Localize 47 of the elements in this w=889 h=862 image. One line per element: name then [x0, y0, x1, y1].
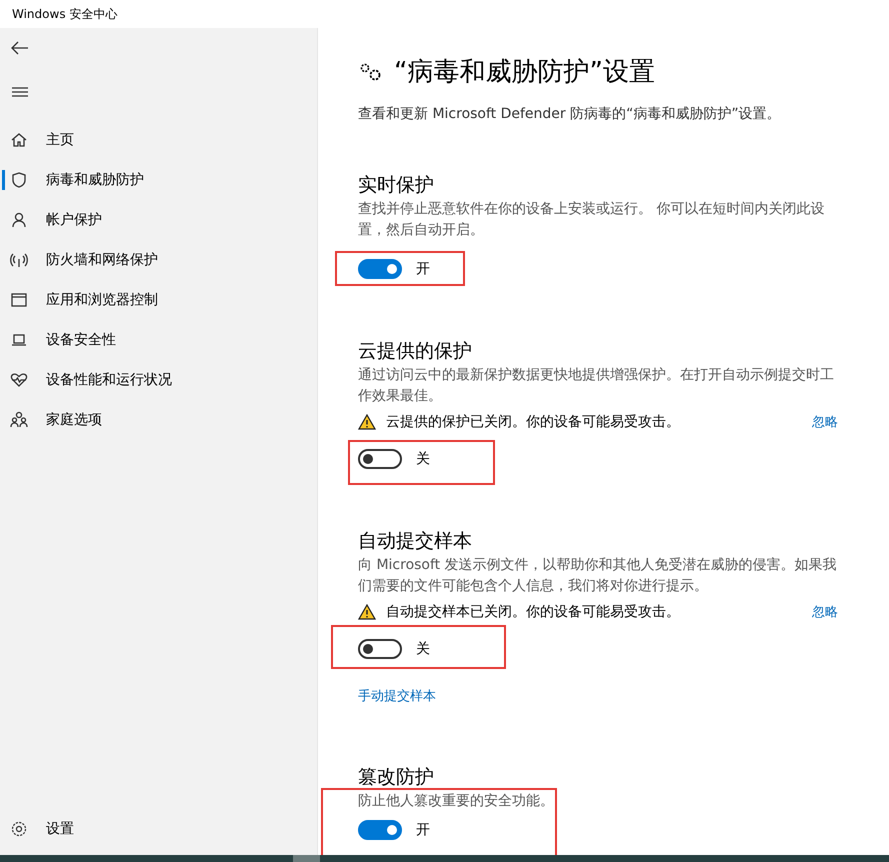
- nav-item[interactable]: 设备性能和运行状况: [0, 360, 317, 400]
- section-description: 查找并停止恶意软件在你的设备上安装或运行。 你可以在短时间内关闭此设置，然后自动开启。: [358, 200, 826, 240]
- nav-item[interactable]: 主页: [0, 120, 317, 160]
- window-icon: [10, 291, 28, 309]
- toggle-label: 关: [416, 640, 430, 658]
- section-heading: 实时保护: [358, 173, 435, 197]
- nav-item[interactable]: 家庭选项: [0, 400, 317, 440]
- nav-item[interactable]: 帐户保护: [0, 200, 317, 240]
- toggle-label: 开: [416, 260, 430, 278]
- dismiss-link[interactable]: 忽略: [812, 603, 838, 621]
- toggle-switch[interactable]: [358, 820, 402, 840]
- toggle-thumb: [387, 825, 397, 835]
- dismiss-link[interactable]: 忽略: [812, 413, 838, 431]
- section-heading: 自动提交样本: [358, 529, 473, 553]
- toggle-switch[interactable]: [358, 449, 402, 469]
- warning-icon: [358, 414, 376, 430]
- section-description: 防止他人篡改重要的安全功能。: [358, 792, 555, 811]
- toggle-label: 关: [416, 450, 430, 468]
- section-heading: 篡改防护: [358, 765, 435, 789]
- heart-pulse-icon: [10, 371, 28, 389]
- toggle-switch[interactable]: [358, 639, 402, 659]
- toggle-switch[interactable]: [358, 259, 402, 279]
- submit-sample-link[interactable]: 手动提交样本: [358, 687, 436, 705]
- warning-text: 自动提交样本已关闭。你的设备可能易受攻击。: [386, 603, 681, 621]
- toggle-label: 开: [416, 821, 430, 839]
- section-heading: 云提供的保护: [358, 339, 473, 363]
- window-title: Windows 安全中心: [12, 6, 118, 22]
- antenna-icon: [10, 251, 28, 269]
- toggle-thumb: [363, 644, 373, 654]
- nav-item[interactable]: 设备安全性: [0, 320, 317, 360]
- page-subtitle: 查看和更新 Microsoft Defender 防病毒的“病毒和威胁防护”设置。: [358, 105, 782, 123]
- home-icon: [10, 131, 28, 149]
- settings-item[interactable]: 设置: [0, 809, 317, 849]
- page-title: “病毒和威胁防护”设置: [394, 56, 655, 89]
- nav-item[interactable]: 防火墙和网络保护: [0, 240, 317, 280]
- person-icon: [10, 211, 28, 229]
- toggle-thumb: [363, 454, 373, 464]
- toggle-thumb: [387, 264, 397, 274]
- shield-icon: [10, 171, 28, 189]
- family-icon: [10, 411, 28, 429]
- section-description: 通过访问云中的最新保护数据更快地提供增强保护。在打开自动示例提交时工作效果最佳。: [358, 366, 835, 406]
- warning-icon: [358, 604, 376, 620]
- settings-icon: [10, 820, 28, 838]
- nav-item[interactable]: 病毒和威胁防护: [0, 160, 317, 200]
- nav-item[interactable]: 应用和浏览器控制: [0, 280, 317, 320]
- warning-text: 云提供的保护已关闭。你的设备可能易受攻击。: [386, 413, 681, 431]
- section-description: 向 Microsoft 发送示例文件，以帮助你和其他人免受潜在威胁的侵害。如果我们需要的文件可能包含个人信息，我们将对你进行提示。: [358, 556, 838, 596]
